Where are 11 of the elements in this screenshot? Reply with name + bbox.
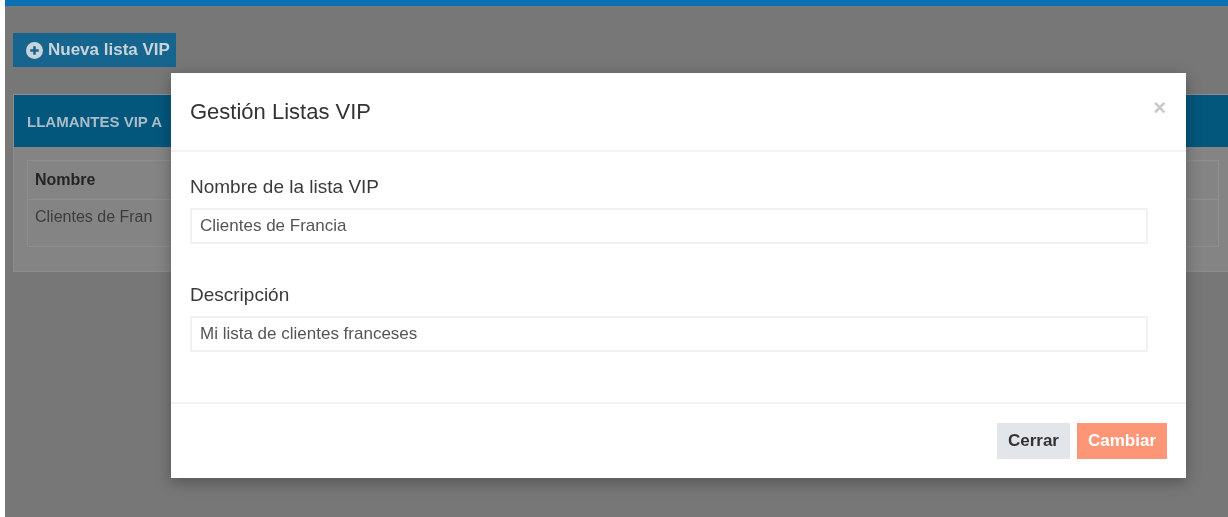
input-field[interactable]: Mi lista de clientes franceses [190, 316, 1148, 352]
close-button[interactable]: Cerrar [996, 423, 1070, 459]
panel-title: LLAMANTES VIP A [27, 112, 162, 130]
modal-title: Gestión Listas VIP [190, 98, 371, 125]
column-header: Nombre [35, 171, 96, 189]
field-label: Descripción [190, 284, 291, 306]
input-field[interactable]: Clientes de Francia [190, 208, 1148, 244]
field-label: Nombre de la lista VIP [190, 176, 381, 198]
new-list-button[interactable]: Nueva lista VIP [13, 33, 176, 67]
plus-circle-icon [26, 41, 43, 59]
table-cell: Clientes de Fran [35, 208, 153, 226]
